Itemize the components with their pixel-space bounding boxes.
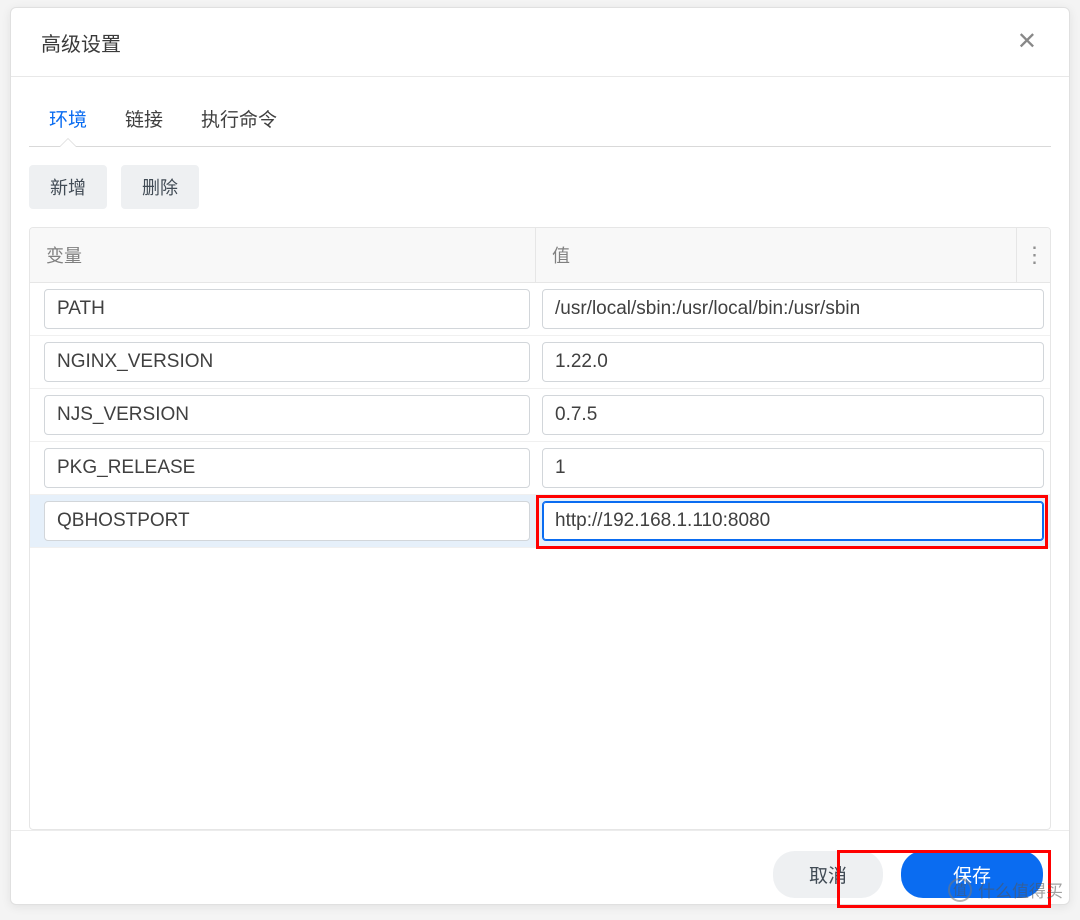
- dialog-footer: 取消 保存: [11, 830, 1069, 904]
- column-menu-icon[interactable]: ⋮: [1016, 228, 1050, 282]
- save-button[interactable]: 保存: [901, 851, 1043, 898]
- cancel-button[interactable]: 取消: [773, 851, 883, 898]
- cell-value: [536, 342, 1050, 382]
- table-row[interactable]: [30, 283, 1050, 336]
- table-row[interactable]: [30, 389, 1050, 442]
- header-value[interactable]: 值: [536, 228, 1016, 282]
- variable-input[interactable]: [44, 289, 530, 329]
- tab-environment[interactable]: 环境: [45, 105, 91, 146]
- variable-input[interactable]: [44, 395, 530, 435]
- tab-exec-command[interactable]: 执行命令: [197, 105, 281, 146]
- value-input[interactable]: [542, 342, 1044, 382]
- cell-variable: [30, 448, 536, 488]
- advanced-settings-dialog: 高级设置 ✕ 环境 链接 执行命令 新增 删除 变量 值 ⋮ 取消 保存 值 什…: [10, 7, 1070, 905]
- env-grid: 变量 值 ⋮: [29, 227, 1051, 830]
- value-input[interactable]: [542, 395, 1044, 435]
- cell-value: [536, 448, 1050, 488]
- close-icon[interactable]: ✕: [1009, 26, 1045, 58]
- variable-input[interactable]: [44, 448, 530, 488]
- delete-button[interactable]: 删除: [121, 165, 199, 209]
- value-input[interactable]: [542, 448, 1044, 488]
- header-variable[interactable]: 变量: [30, 228, 536, 282]
- table-row[interactable]: [30, 336, 1050, 389]
- table-row[interactable]: [30, 495, 1050, 548]
- dialog-body: 环境 链接 执行命令 新增 删除 变量 值 ⋮: [11, 77, 1069, 830]
- grid-header: 变量 值 ⋮: [30, 228, 1050, 283]
- value-input[interactable]: [542, 289, 1044, 329]
- tab-links[interactable]: 链接: [121, 105, 167, 146]
- variable-input[interactable]: [44, 342, 530, 382]
- cell-value: [536, 501, 1050, 541]
- toolbar: 新增 删除: [29, 147, 1051, 227]
- table-row[interactable]: [30, 442, 1050, 495]
- tabs: 环境 链接 执行命令: [29, 77, 1051, 147]
- cell-variable: [30, 342, 536, 382]
- cell-variable: [30, 395, 536, 435]
- cell-variable: [30, 289, 536, 329]
- dialog-title: 高级设置: [41, 28, 121, 57]
- add-button[interactable]: 新增: [29, 165, 107, 209]
- cell-value: [536, 289, 1050, 329]
- grid-body: [30, 283, 1050, 548]
- cell-variable: [30, 501, 536, 541]
- variable-input[interactable]: [44, 501, 530, 541]
- cell-value: [536, 395, 1050, 435]
- dialog-header: 高级设置 ✕: [11, 8, 1069, 77]
- value-input[interactable]: [542, 501, 1044, 541]
